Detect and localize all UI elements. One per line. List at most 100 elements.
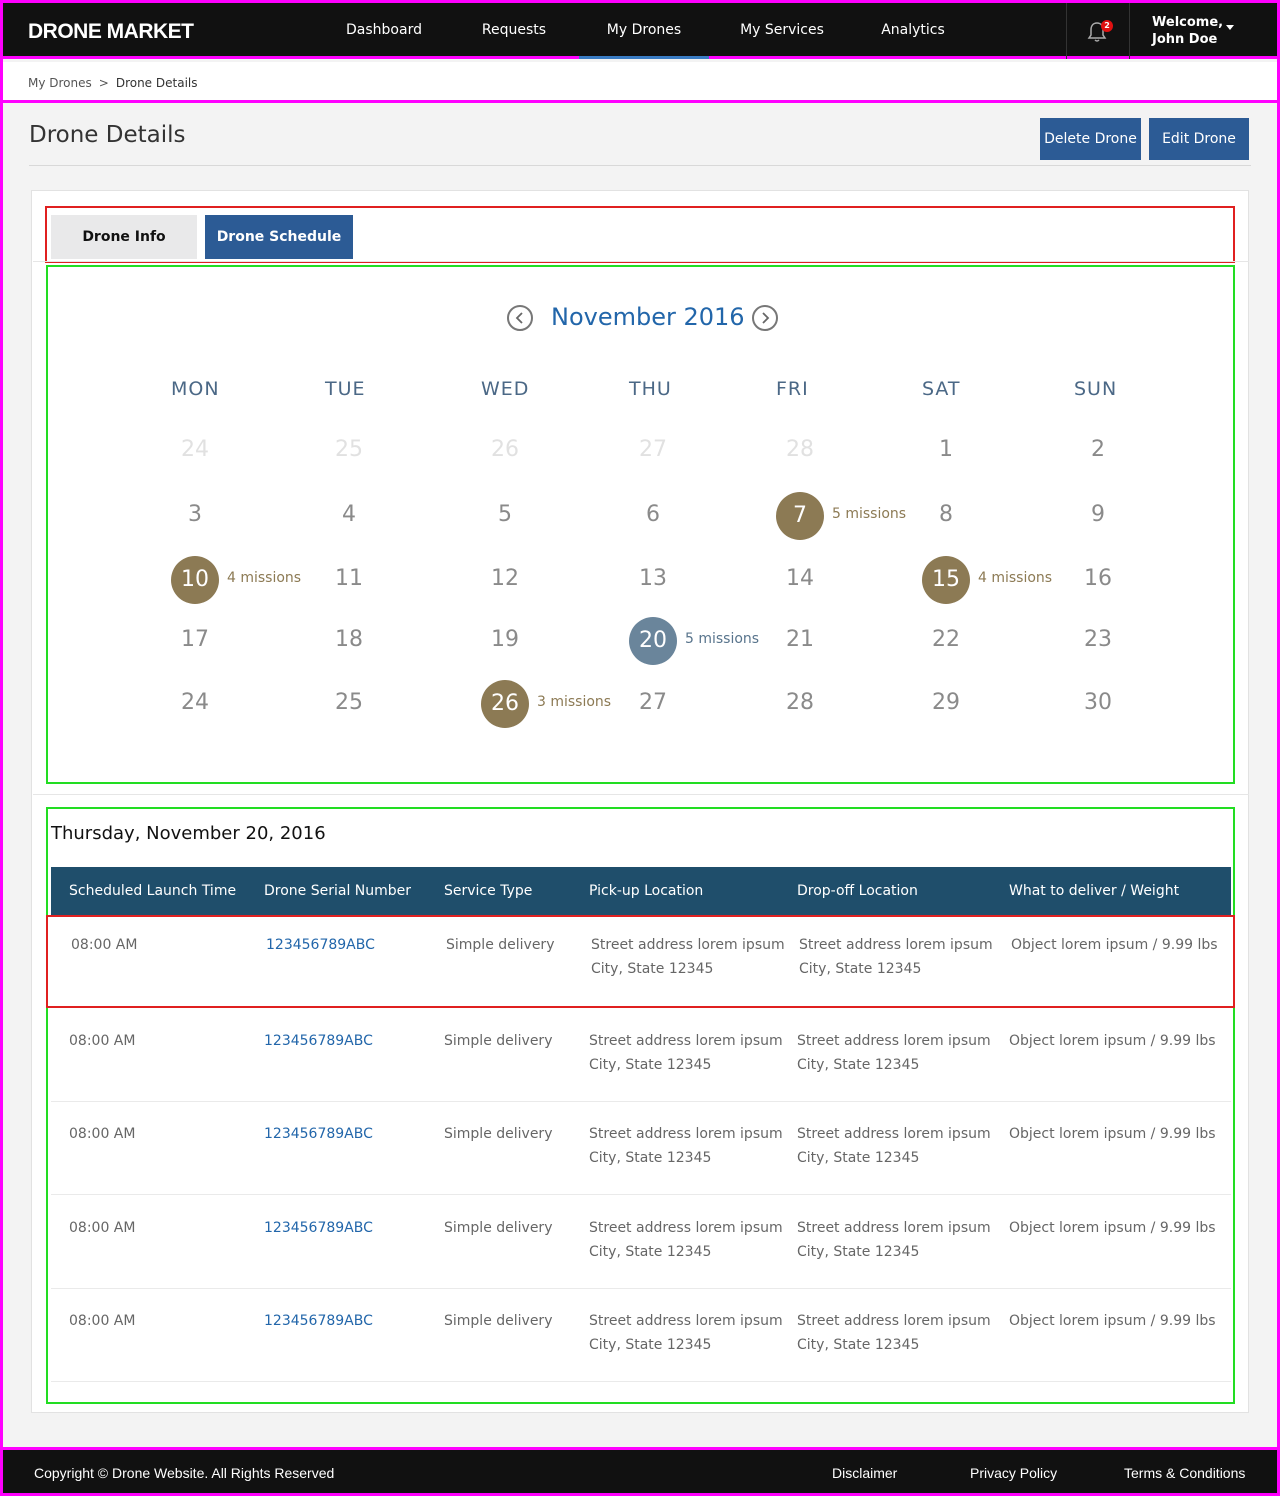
city-state-line: City, State 12345 (589, 1337, 712, 1353)
serial-number-link[interactable]: 123456789ABC (266, 933, 375, 957)
chevron-left-icon[interactable] (507, 305, 533, 331)
calendar-day-17[interactable]: 17 (165, 627, 225, 652)
brand-logo[interactable]: DRONE MARKET (28, 20, 194, 44)
dropoff-location-cell: Street address lorem ipsum City, State 12… (799, 933, 993, 981)
launch-time-cell: 08:00 AM (69, 1220, 136, 1236)
pickup-location-cell: Street address lorem ipsum City, State 12… (589, 1309, 783, 1357)
mission-count[interactable]: 3 missions (537, 694, 611, 710)
deliver-weight-cell: Object lorem ipsum / 9.99 lbs (1009, 1126, 1216, 1142)
tab-drone-schedule[interactable]: Drone Schedule (205, 215, 353, 259)
address-line: Street address lorem ipsum (797, 1313, 991, 1329)
edit-drone-button[interactable]: Edit Drone (1149, 118, 1249, 160)
calendar-day-16[interactable]: 16 (1068, 566, 1128, 591)
weekday-sun: SUN (1074, 378, 1118, 400)
city-state-line: City, State 12345 (799, 961, 922, 977)
serial-number-link[interactable]: 123456789ABC (264, 1216, 373, 1240)
address-line: Street address lorem ipsum (591, 937, 785, 953)
calendar-day-27[interactable]: 27 (623, 690, 683, 715)
table-row: 08:00 AM 123456789ABC Simple delivery Stree… (46, 915, 1235, 1008)
calendar-day-2[interactable]: 2 (1068, 437, 1128, 462)
tab-bar: Drone Info Drone Schedule (45, 206, 1235, 263)
nav-my-services[interactable]: My Services (709, 3, 855, 59)
chevron-right-icon[interactable] (752, 305, 778, 331)
calendar-day-29[interactable]: 29 (916, 690, 976, 715)
footer-link-disclaimer[interactable]: Disclaimer (832, 1465, 897, 1481)
tab-drone-info[interactable]: Drone Info (51, 215, 197, 259)
calendar-day-26[interactable]: 26 (481, 680, 529, 728)
calendar-day-13[interactable]: 13 (623, 566, 683, 591)
city-state-line: City, State 12345 (589, 1244, 712, 1260)
selected-date-title: Thursday, November 20, 2016 (51, 823, 326, 844)
calendar-day-19[interactable]: 19 (475, 627, 535, 652)
serial-number-link[interactable]: 123456789ABC (264, 1029, 373, 1053)
weekday-mon: MON (171, 378, 220, 400)
calendar-day-12[interactable]: 12 (475, 566, 535, 591)
city-state-line: City, State 12345 (797, 1337, 920, 1353)
weekday-sat: SAT (922, 378, 961, 400)
calendar-day-28-prev-month: 28 (786, 437, 814, 462)
mission-count[interactable]: 4 missions (227, 570, 301, 586)
mission-count[interactable]: 5 missions (685, 631, 759, 647)
pickup-location-cell: Street address lorem ipsum City, State 12… (589, 1122, 783, 1170)
page: DRONE MARKET Dashboard Requests My Drone… (0, 0, 1280, 1496)
address-line: Street address lorem ipsum (589, 1033, 783, 1049)
schedule-table-section: Thursday, November 20, 2016 Scheduled La… (46, 807, 1235, 1404)
nav-analytics[interactable]: Analytics (855, 3, 971, 59)
title-divider (29, 165, 1251, 166)
user-menu[interactable]: Welcome, John Doe (1152, 14, 1223, 48)
footer-link-privacy[interactable]: Privacy Policy (970, 1465, 1057, 1481)
calendar-day-4[interactable]: 4 (319, 502, 379, 527)
calendar-day-6[interactable]: 6 (623, 502, 683, 527)
address-line: Street address lorem ipsum (589, 1220, 783, 1236)
calendar-day-24[interactable]: 24 (165, 690, 225, 715)
mission-count[interactable]: 5 missions (832, 506, 906, 522)
caret-down-icon[interactable] (1226, 25, 1234, 30)
calendar-day-27-prev-month: 27 (639, 437, 667, 462)
page-title: Drone Details (29, 122, 186, 148)
address-line: Street address lorem ipsum (589, 1313, 783, 1329)
nav-my-drones[interactable]: My Drones (579, 3, 709, 59)
calendar-day-5[interactable]: 5 (475, 502, 535, 527)
calendar-day-8[interactable]: 8 (916, 502, 976, 527)
calendar-day-30[interactable]: 30 (1068, 690, 1128, 715)
table-row: 08:00 AM 123456789ABC Simple delivery Stree… (51, 1102, 1231, 1195)
notification-badge: 2 (1101, 20, 1113, 32)
breadcrumb: My Drones > Drone Details (28, 76, 197, 90)
calendar-day-21[interactable]: 21 (770, 627, 830, 652)
calendar-day-3[interactable]: 3 (165, 502, 225, 527)
pickup-location-cell: Street address lorem ipsum City, State 12… (591, 933, 785, 981)
column-header-serial: Drone Serial Number (264, 883, 412, 899)
calendar-day-14[interactable]: 14 (770, 566, 830, 591)
notifications-button[interactable]: 2 (1066, 3, 1130, 59)
copyright-text: Copyright © Drone Website. All Rights Re… (34, 1465, 335, 1481)
calendar-day-22[interactable]: 22 (916, 627, 976, 652)
serial-number-link[interactable]: 123456789ABC (264, 1122, 373, 1146)
nav-requests[interactable]: Requests (449, 3, 579, 59)
footer-link-terms[interactable]: Terms & Conditions (1124, 1465, 1245, 1481)
delete-drone-button[interactable]: Delete Drone (1040, 118, 1141, 160)
breadcrumb-my-drones[interactable]: My Drones (28, 76, 92, 90)
calendar-day-23[interactable]: 23 (1068, 627, 1128, 652)
calendar-day-25[interactable]: 25 (319, 690, 379, 715)
calendar-day-28[interactable]: 28 (770, 690, 830, 715)
calendar-day-15[interactable]: 15 (922, 556, 970, 604)
calendar-day-18[interactable]: 18 (319, 627, 379, 652)
pickup-location-cell: Street address lorem ipsum City, State 12… (589, 1216, 783, 1264)
city-state-line: City, State 12345 (591, 961, 714, 977)
calendar-day-11[interactable]: 11 (319, 566, 379, 591)
calendar-day-1[interactable]: 1 (916, 437, 976, 462)
address-line: Street address lorem ipsum (797, 1220, 991, 1236)
calendar-day-20-selected[interactable]: 20 (629, 617, 677, 665)
nav-dashboard[interactable]: Dashboard (319, 3, 449, 59)
serial-number-link[interactable]: 123456789ABC (264, 1309, 373, 1333)
footer: Copyright © Drone Website. All Rights Re… (3, 1447, 1277, 1493)
city-state-line: City, State 12345 (797, 1150, 920, 1166)
calendar-day-10[interactable]: 10 (171, 556, 219, 604)
deliver-weight-cell: Object lorem ipsum / 9.99 lbs (1009, 1220, 1216, 1236)
breadcrumb-bar: My Drones > Drone Details (3, 62, 1277, 103)
mission-count[interactable]: 4 missions (978, 570, 1052, 586)
calendar-day-24-prev-month: 24 (181, 437, 209, 462)
calendar-day-9[interactable]: 9 (1068, 502, 1128, 527)
column-header-pickup: Pick-up Location (589, 883, 704, 899)
calendar-day-7[interactable]: 7 (776, 492, 824, 540)
